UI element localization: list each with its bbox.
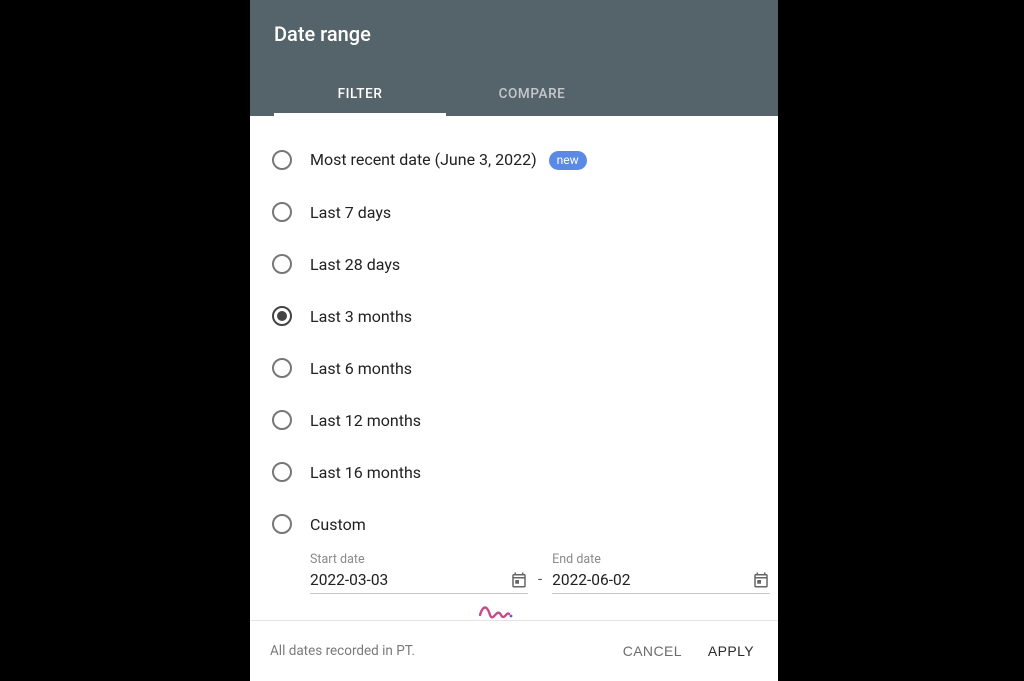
calendar-icon[interactable] bbox=[510, 571, 528, 589]
option-label: Last 7 days bbox=[310, 203, 391, 222]
tab-compare[interactable]: COMPARE bbox=[446, 74, 618, 116]
option-label: Custom bbox=[310, 515, 366, 534]
option-most-recent[interactable]: Most recent date (June 3, 2022) new bbox=[272, 134, 756, 186]
option-last-7[interactable]: Last 7 days bbox=[272, 186, 756, 238]
tab-filter[interactable]: FILTER bbox=[274, 74, 446, 116]
apply-button[interactable]: APPLY bbox=[704, 637, 758, 665]
option-label: Last 16 months bbox=[310, 463, 421, 482]
radio-icon bbox=[272, 462, 292, 482]
option-last-12m[interactable]: Last 12 months bbox=[272, 394, 756, 446]
date-range-dialog: Date range FILTER COMPARE Most recent da… bbox=[250, 0, 778, 681]
end-date-input[interactable] bbox=[552, 571, 752, 589]
footer-note: All dates recorded in PT. bbox=[270, 643, 601, 659]
end-date-row bbox=[552, 571, 770, 594]
dialog-title: Date range bbox=[274, 22, 754, 46]
option-custom[interactable]: Custom bbox=[272, 498, 756, 550]
option-text: Most recent date (June 3, 2022) bbox=[310, 150, 537, 169]
option-last-3m[interactable]: Last 3 months bbox=[272, 290, 756, 342]
radio-icon bbox=[272, 514, 292, 534]
cancel-button[interactable]: CANCEL bbox=[619, 637, 686, 665]
calendar-icon[interactable] bbox=[752, 571, 770, 589]
new-badge: new bbox=[549, 151, 587, 170]
radio-icon bbox=[272, 254, 292, 274]
tabs: FILTER COMPARE bbox=[274, 74, 754, 116]
option-last-16m[interactable]: Last 16 months bbox=[272, 446, 756, 498]
start-date-input[interactable] bbox=[310, 571, 510, 589]
start-date-label: Start date bbox=[310, 552, 528, 567]
option-last-28[interactable]: Last 28 days bbox=[272, 238, 756, 290]
dialog-footer: All dates recorded in PT. CANCEL APPLY bbox=[250, 620, 778, 681]
date-separator: - bbox=[538, 570, 542, 594]
dialog-body: Most recent date (June 3, 2022) new Last… bbox=[250, 116, 778, 620]
end-date-label: End date bbox=[552, 552, 770, 567]
radio-icon bbox=[272, 358, 292, 378]
option-label: Last 6 months bbox=[310, 359, 412, 378]
start-date-field: Start date bbox=[310, 552, 528, 594]
radio-icon-selected bbox=[272, 306, 292, 326]
start-date-row bbox=[310, 571, 528, 594]
radio-icon bbox=[272, 410, 292, 430]
radio-icon bbox=[272, 150, 292, 170]
option-label: Last 12 months bbox=[310, 411, 421, 430]
radio-icon bbox=[272, 202, 292, 222]
date-fields: Start date - End date bbox=[272, 550, 756, 594]
option-label: Most recent date (June 3, 2022) new bbox=[310, 150, 587, 170]
option-last-6m[interactable]: Last 6 months bbox=[272, 342, 756, 394]
dialog-header: Date range FILTER COMPARE bbox=[250, 0, 778, 116]
option-label: Last 28 days bbox=[310, 255, 400, 274]
option-label: Last 3 months bbox=[310, 307, 412, 326]
end-date-field: End date bbox=[552, 552, 770, 594]
